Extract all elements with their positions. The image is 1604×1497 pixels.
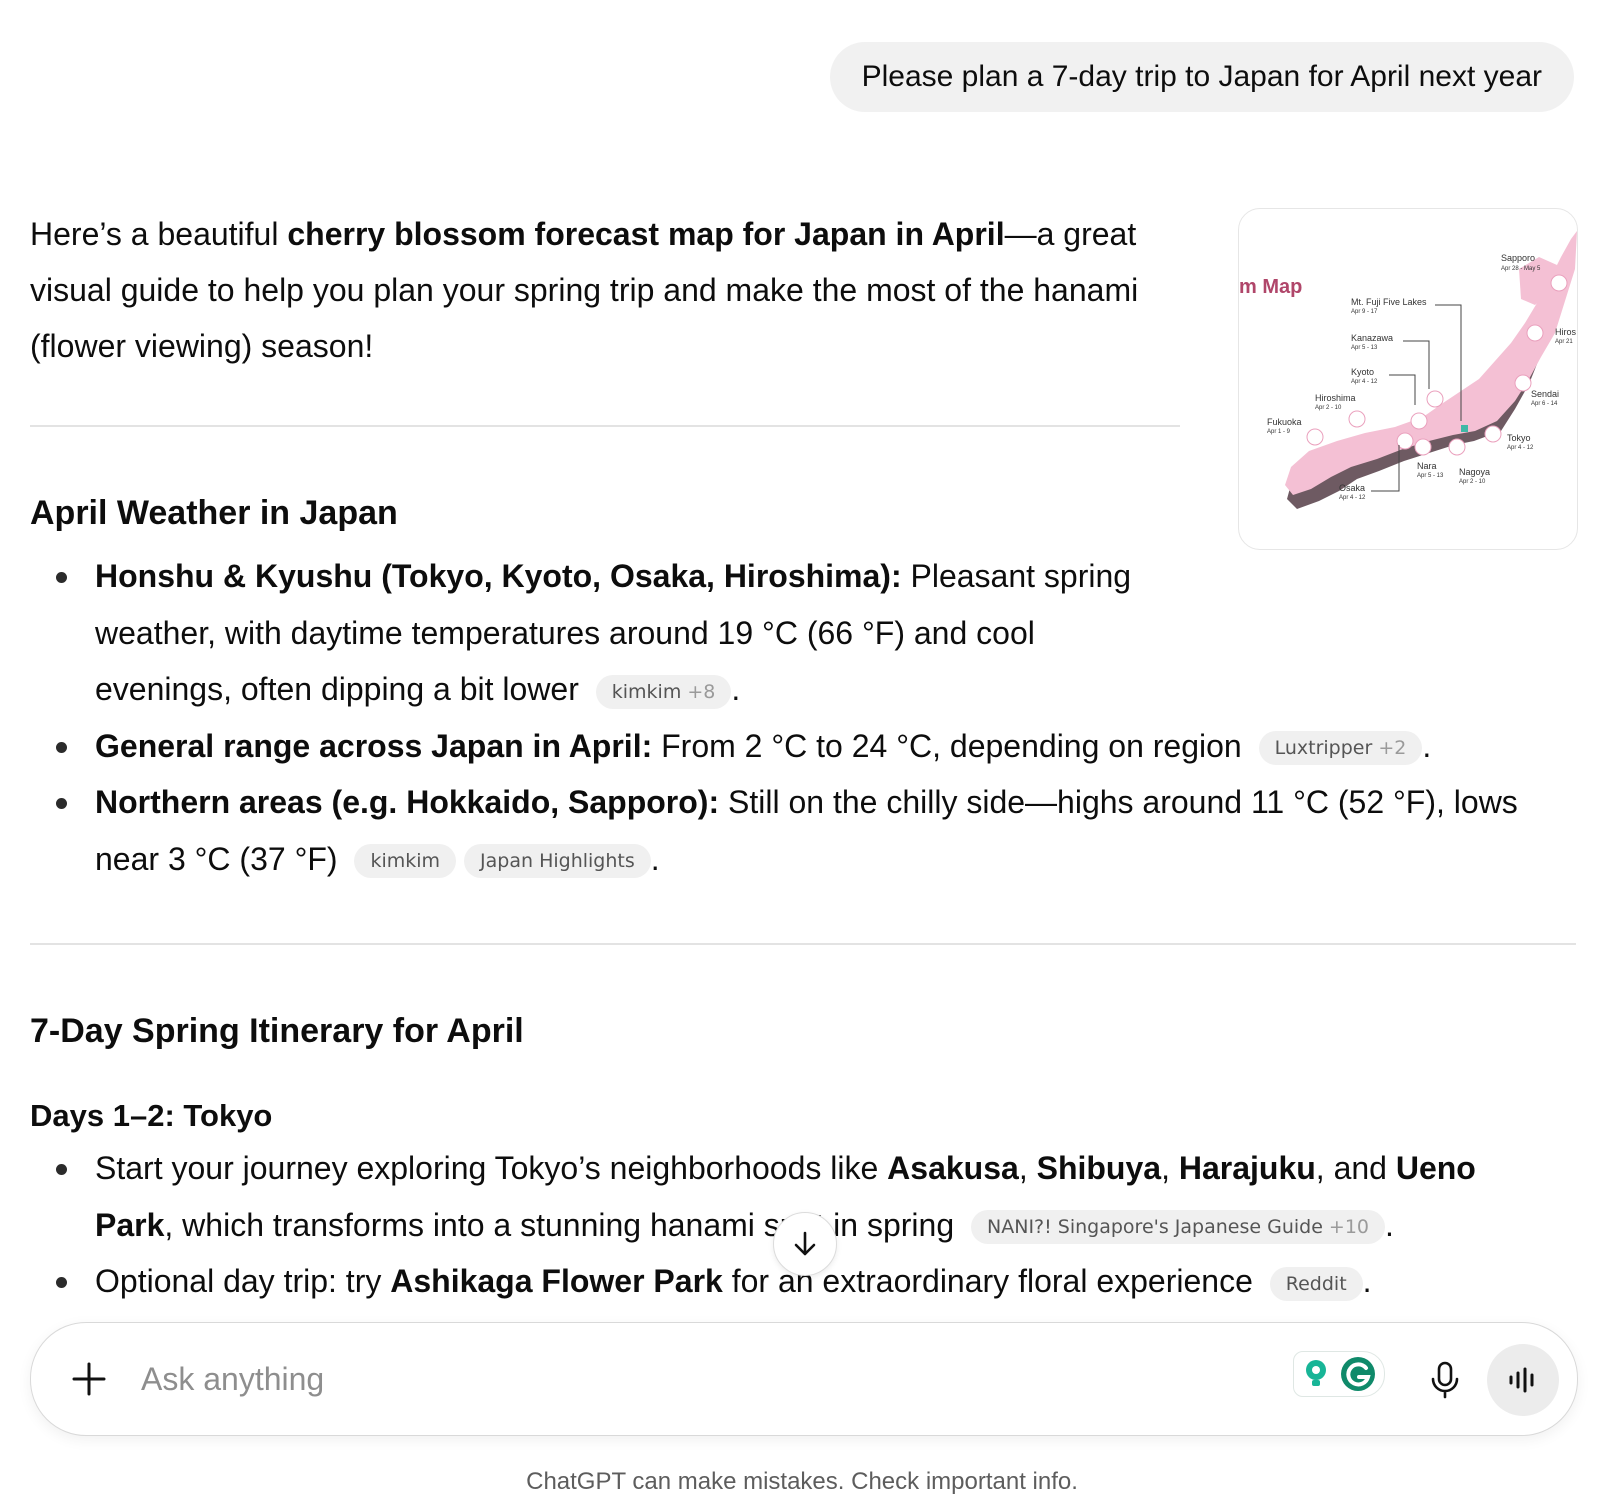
svg-text:Apr 4 - 12: Apr 4 - 12: [1351, 379, 1378, 385]
disclaimer-text: ChatGPT can make mistakes. Check importa…: [526, 1468, 1078, 1495]
svg-text:Fukuoka: Fukuoka: [1267, 417, 1302, 427]
citation-pill[interactable]: Japan Highlights: [464, 844, 651, 879]
svg-text:Apr 2 - 10: Apr 2 - 10: [1315, 405, 1342, 411]
prompt-input[interactable]: [139, 1353, 1193, 1405]
cherry-blossom-map-image[interactable]: m Map Sapporo Apr 28 - May 5 Mt. Fuji Fi…: [1238, 208, 1578, 550]
svg-text:Sapporo: Sapporo: [1501, 253, 1535, 263]
intro-text: Here’s a beautiful: [30, 216, 288, 252]
svg-text:Kanazawa: Kanazawa: [1351, 333, 1393, 343]
svg-text:Apr 6 - 14: Apr 6 - 14: [1531, 401, 1558, 407]
svg-text:Apr 9 - 17: Apr 9 - 17: [1351, 309, 1378, 315]
svg-text:Tokyo: Tokyo: [1507, 433, 1531, 443]
svg-text:Hiroshima: Hiroshima: [1315, 393, 1356, 403]
svg-text:Kyoto: Kyoto: [1351, 367, 1374, 377]
intro-bold: cherry blossom forecast map for Japan in…: [287, 216, 1005, 252]
grammarly-icon[interactable]: [1341, 1357, 1375, 1391]
days-1-2-heading: Days 1–2: Tokyo: [30, 1098, 273, 1133]
svg-text:Osaka: Osaka: [1339, 483, 1365, 493]
arrow-down-icon: [794, 1231, 816, 1256]
svg-text:Apr 5 - 13: Apr 5 - 13: [1417, 473, 1444, 479]
user-message-text: Please plan a 7-day trip to Japan for Ap…: [861, 60, 1542, 93]
itinerary-heading: 7-Day Spring Itinerary for April: [30, 1012, 524, 1050]
list-item: Honshu & Kyushu (Tokyo, Kyoto, Osaka, Hi…: [30, 548, 1145, 718]
citation-pill[interactable]: Luxtripper +2: [1258, 731, 1423, 766]
voice-mode-button[interactable]: [1487, 1344, 1559, 1416]
lightbulb-icon[interactable]: [1306, 1360, 1326, 1386]
user-message-bubble: Please plan a 7-day trip to Japan for Ap…: [829, 42, 1574, 112]
svg-text:Hiros: Hiros: [1555, 327, 1577, 337]
svg-text:Apr 2 - 10: Apr 2 - 10: [1459, 479, 1486, 485]
citation-pill[interactable]: kimkim +8: [595, 674, 732, 709]
svg-text:Nara: Nara: [1417, 461, 1437, 471]
list-item: Northern areas (e.g. Hokkaido, Sapporo):…: [30, 774, 1550, 887]
scroll-to-bottom-button[interactable]: [773, 1212, 837, 1276]
svg-text:Apr 4 - 12: Apr 4 - 12: [1339, 495, 1366, 501]
citation-pill[interactable]: NANI?! Singapore's Japanese Guide +10: [971, 1210, 1386, 1245]
divider: [30, 425, 1180, 427]
svg-text:Apr 5 - 13: Apr 5 - 13: [1351, 345, 1378, 351]
svg-text:Nagoya: Nagoya: [1459, 467, 1490, 477]
svg-text:Apr 1 - 9: Apr 1 - 9: [1267, 429, 1291, 435]
weather-list: Honshu & Kyushu (Tokyo, Kyoto, Osaka, Hi…: [30, 548, 1550, 887]
voice-waveform-icon: [1509, 1367, 1534, 1393]
svg-text:Apr 28 - May 5: Apr 28 - May 5: [1501, 266, 1541, 272]
extension-icons: [1293, 1351, 1385, 1397]
citation-pill[interactable]: kimkim: [354, 844, 457, 879]
citation-pill[interactable]: Reddit: [1269, 1266, 1363, 1301]
weather-heading: April Weather in Japan: [30, 494, 398, 532]
message-composer: [30, 1322, 1578, 1436]
microphone-icon[interactable]: [1423, 1357, 1467, 1401]
japan-map-illustration: m Map Sapporo Apr 28 - May 5 Mt. Fuji Fi…: [1239, 231, 1577, 509]
divider: [30, 943, 1576, 945]
svg-text:Sendai: Sendai: [1531, 389, 1559, 399]
list-item: General range across Japan in April: Fro…: [30, 718, 1550, 775]
intro-paragraph: Here’s a beautiful cherry blossom foreca…: [30, 206, 1180, 374]
map-title: m Map: [1239, 276, 1302, 298]
plus-icon[interactable]: [69, 1359, 109, 1399]
svg-text:Mt. Fuji Five Lakes: Mt. Fuji Five Lakes: [1351, 297, 1427, 307]
svg-text:Apr 21: Apr 21: [1555, 339, 1573, 345]
svg-text:Apr 4 - 12: Apr 4 - 12: [1507, 445, 1534, 451]
